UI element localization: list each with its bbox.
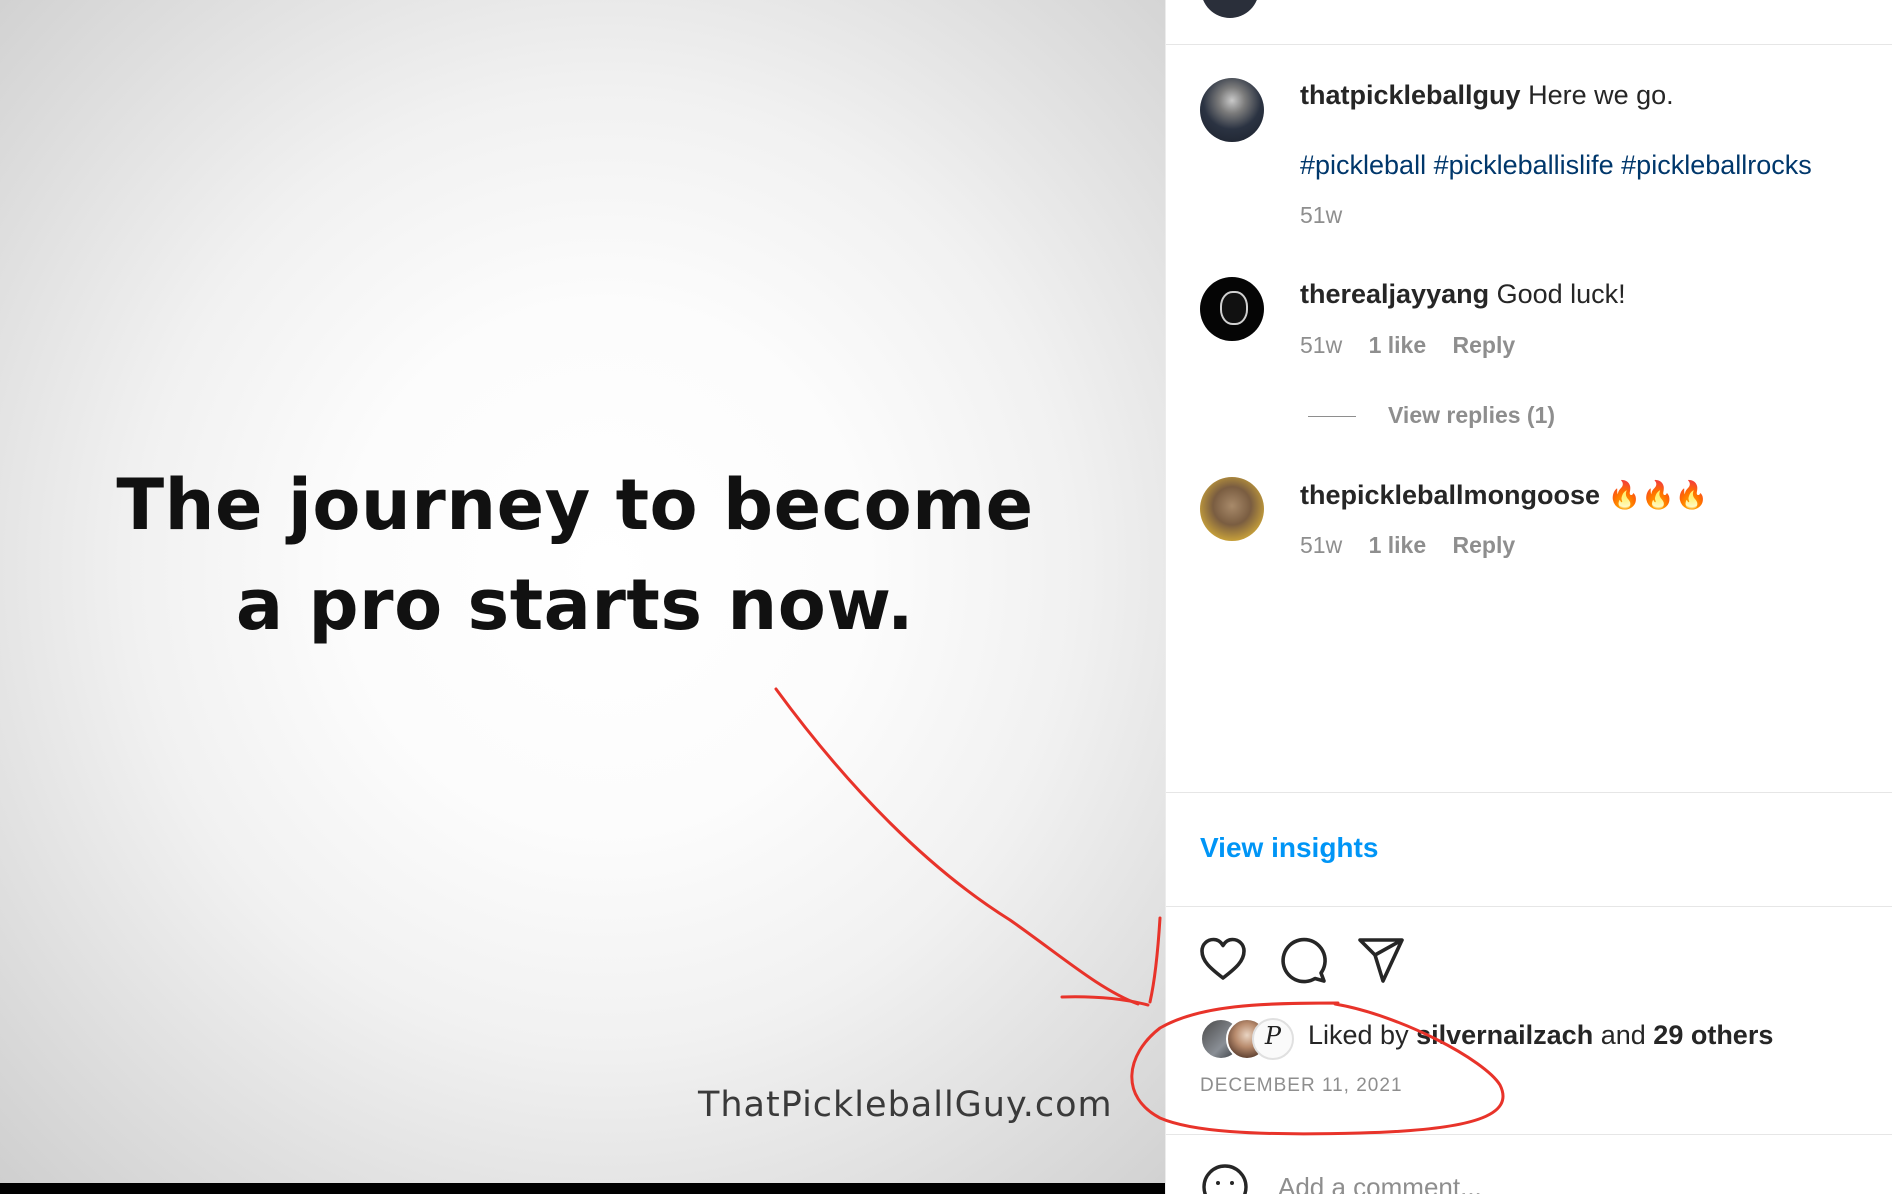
liked-by-user[interactable]: silvernailzach xyxy=(1416,1020,1593,1050)
comment-avatar[interactable] xyxy=(1200,277,1264,341)
comment-body: 🔥🔥🔥 xyxy=(1607,480,1709,510)
liker-avatar-letter: P xyxy=(1264,1022,1282,1050)
comment-item: therealjayyang Good luck! xyxy=(1300,279,1880,310)
liked-by-middle: and xyxy=(1600,1020,1646,1050)
screenshot-root: The journey to become a pro starts now. … xyxy=(0,0,1892,1194)
liked-by-prefix: Liked by xyxy=(1308,1020,1409,1050)
comment-username[interactable]: thepickleballmongoose xyxy=(1300,480,1600,510)
comment-meta: 51w 1 like Reply xyxy=(1300,532,1535,559)
heart-icon[interactable] xyxy=(1198,935,1248,985)
view-replies-button[interactable]: View replies (1) xyxy=(1308,402,1555,429)
comment-item: thepickleballmongoose 🔥🔥🔥 xyxy=(1300,479,1880,511)
liker-avatars[interactable]: P xyxy=(1200,1018,1300,1060)
comment-reply-button[interactable]: Reply xyxy=(1453,532,1516,558)
media-headline: The journey to become a pro starts now. xyxy=(60,455,1090,655)
post-date[interactable]: DECEMBER 11, 2021 xyxy=(1200,1075,1403,1097)
caption-text: thatpickleballguy Here we go. xyxy=(1300,80,1880,111)
comment-time[interactable]: 51w xyxy=(1300,532,1342,558)
comment-reply-button[interactable]: Reply xyxy=(1453,332,1516,358)
speech-bubble-icon[interactable] xyxy=(1278,935,1328,985)
view-insights-link[interactable]: View insights xyxy=(1200,832,1378,864)
caption-username[interactable]: thatpickleballguy xyxy=(1300,80,1521,110)
comments-panel: thatpickleballguy Here we go. #picklebal… xyxy=(1165,0,1892,1194)
media-watermark: ThatPickleballGuy.com xyxy=(698,1085,1113,1125)
comment-input-divider xyxy=(1166,1134,1892,1135)
caption-hashtags[interactable]: #pickleball #pickleballislife #picklebal… xyxy=(1300,150,1812,181)
liker-avatar: P xyxy=(1252,1018,1294,1060)
comment-likes-count[interactable]: 1 like xyxy=(1369,332,1427,358)
comment-body: Good luck! xyxy=(1496,279,1626,309)
insights-divider-top xyxy=(1166,792,1892,793)
media-bottom-bar xyxy=(0,1183,1165,1194)
caption-meta: 51w xyxy=(1300,202,1362,229)
paper-plane-icon[interactable] xyxy=(1356,935,1406,985)
caption-body: Here we go. xyxy=(1528,80,1674,110)
emoji-icon[interactable] xyxy=(1200,1162,1250,1194)
view-replies-line xyxy=(1308,416,1356,418)
comment-likes-count[interactable]: 1 like xyxy=(1369,532,1427,558)
media-headline-line-1: The journey to become xyxy=(116,464,1034,546)
comment-avatar[interactable] xyxy=(1200,477,1264,541)
liked-by-others[interactable]: 29 others xyxy=(1653,1020,1773,1050)
caption-time[interactable]: 51w xyxy=(1300,202,1342,228)
media-headline-line-2: a pro starts now. xyxy=(235,564,915,646)
comment-username[interactable]: therealjayyang xyxy=(1300,279,1489,309)
insights-divider-bottom xyxy=(1166,906,1892,907)
header-divider xyxy=(1166,44,1892,45)
header-avatar[interactable] xyxy=(1201,0,1259,18)
post-media: The journey to become a pro starts now. … xyxy=(0,0,1165,1183)
view-replies-label: View replies (1) xyxy=(1388,402,1556,428)
comment-meta: 51w 1 like Reply xyxy=(1300,332,1535,359)
caption-avatar[interactable] xyxy=(1200,78,1264,142)
comment-input[interactable]: Add a comment... xyxy=(1278,1172,1482,1194)
comment-time[interactable]: 51w xyxy=(1300,332,1342,358)
liked-by-summary: Liked by silvernailzach and 29 others xyxy=(1308,1020,1773,1051)
